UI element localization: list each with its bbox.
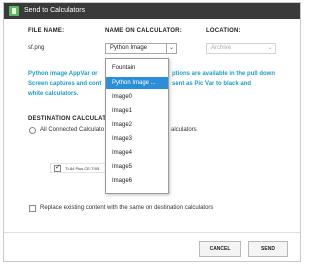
- dropdown-option-image2[interactable]: Image2: [106, 119, 168, 131]
- send-to-calculators-dialog: Send to Calculators FILE NAME: NAME ON C…: [3, 2, 301, 262]
- chevron-down-icon: ⌄: [267, 45, 273, 51]
- other-calculators-label: alculators: [171, 127, 197, 133]
- send-button[interactable]: SEND: [248, 241, 288, 257]
- chevron-down-icon[interactable]: ⌄: [166, 43, 176, 54]
- replace-checkbox[interactable]: [29, 205, 36, 212]
- calculator-name: TI-84 Plus CE-T/05: [65, 166, 100, 171]
- calculator-entry[interactable]: ✓ TI-84 Plus CE-T/05: [50, 163, 106, 173]
- info-right-line-1: ptions are available in the pull down: [172, 71, 276, 77]
- destination-heading: DESTINATION CALCULATO: [28, 116, 111, 122]
- dropdown-option-image0[interactable]: Image0: [106, 91, 168, 103]
- replace-label: Replace existing content with the same o…: [40, 205, 214, 211]
- info-right-line-2: sent as Pic Var to black and: [172, 81, 252, 87]
- file-name-header: FILE NAME:: [28, 28, 65, 34]
- dropdown-option-image4[interactable]: Image4: [106, 147, 168, 159]
- calc-name-dropdown: Fountain Python Image ... Image0 Image1 …: [105, 58, 169, 194]
- calc-name-select-value: Python Image: [110, 45, 148, 51]
- footer-divider: [4, 232, 300, 233]
- location-select: Archive ⌄: [206, 43, 276, 54]
- checkmark-icon: ✓: [55, 164, 61, 171]
- dropdown-option-image6[interactable]: Image6: [106, 175, 168, 187]
- all-connected-label: All Connected Calculato: [40, 127, 105, 133]
- all-connected-radio[interactable]: [29, 127, 36, 134]
- dropdown-option-python-image[interactable]: Python Image ...: [106, 77, 168, 89]
- window-title: Send to Calculators: [24, 7, 86, 14]
- dropdown-option-fountain[interactable]: Fountain: [106, 62, 168, 74]
- file-name-value: sf.png: [28, 45, 45, 51]
- dropdown-option-image1[interactable]: Image1: [106, 105, 168, 117]
- title-bar: Send to Calculators: [4, 3, 300, 19]
- dropdown-option-image3[interactable]: Image3: [106, 133, 168, 145]
- dropdown-option-image5[interactable]: Image5: [106, 161, 168, 173]
- name-on-calculator-header: NAME ON CALCULATOR:: [105, 28, 182, 34]
- calc-name-select[interactable]: Python Image ⌄: [105, 43, 177, 54]
- location-select-value: Archive: [211, 45, 232, 51]
- location-header: LOCATION:: [206, 28, 241, 34]
- app-icon: [9, 6, 19, 16]
- cancel-button[interactable]: CANCEL: [199, 241, 241, 257]
- calculator-checkbox[interactable]: ✓: [54, 164, 61, 172]
